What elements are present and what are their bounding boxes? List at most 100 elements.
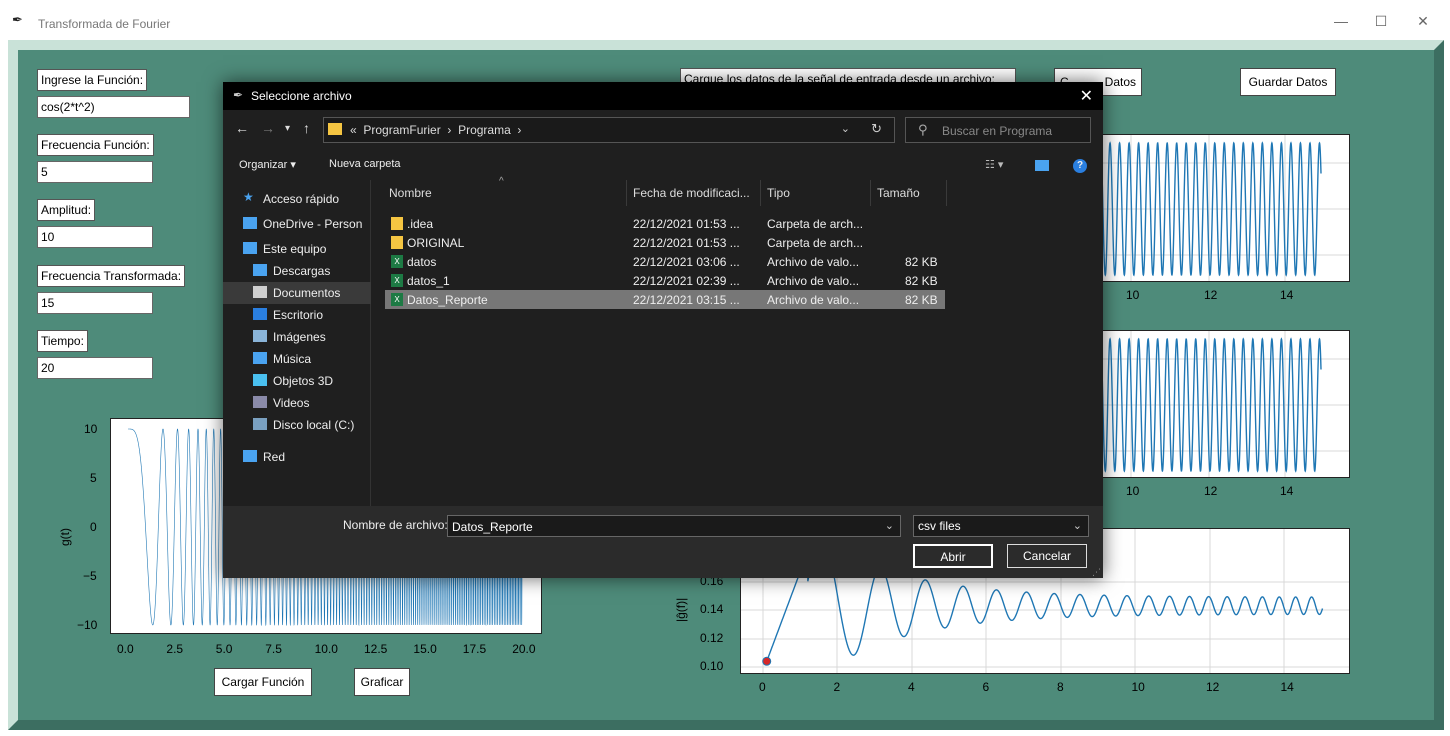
load-function-button[interactable]: Cargar Función [214, 668, 312, 696]
sidebar-item[interactable]: Videos [223, 392, 371, 414]
app-root: ✒ Transformada de Fourier — ☐ ✕ Ingrese … [0, 0, 1450, 736]
left-ytick: −5 [83, 569, 97, 583]
sidebar-item[interactable]: Documentos [223, 282, 371, 304]
column-date[interactable]: Fecha de modificaci... [627, 180, 761, 206]
sidebar-item-label: Documentos [273, 286, 341, 300]
sidebar-item[interactable]: Imágenes [223, 326, 371, 348]
transform-frequency-input[interactable]: 15 [37, 292, 153, 314]
folder-icon [391, 236, 403, 249]
main-titlebar: ✒ Transformada de Fourier — ☐ ✕ [0, 0, 1450, 40]
filename-label: Nombre de archivo: [343, 518, 448, 532]
dialog-title: Seleccione archivo [251, 89, 352, 103]
forward-arrow-icon[interactable]: → [261, 120, 275, 136]
close-button[interactable]: ✕ [1408, 10, 1438, 32]
open-button[interactable]: Abrir [913, 544, 993, 568]
back-arrow-icon[interactable]: ← [235, 120, 249, 136]
time-input[interactable]: 20 [37, 357, 153, 379]
column-size[interactable]: Tamaño [871, 180, 947, 206]
file-row[interactable]: .idea 22/12/2021 01:53 ... Carpeta de arch… [385, 214, 945, 233]
resize-grip-icon[interactable]: ⋰ [1092, 567, 1101, 578]
recent-chevron-icon[interactable]: ▾ [285, 123, 290, 134]
filename-value: Datos_Reporte [452, 520, 533, 534]
file-row[interactable]: X Datos_Reporte 22/12/2021 03:15 ... Archiv… [385, 290, 945, 309]
sidebar-item[interactable]: Este equipo [223, 238, 371, 260]
music-icon [253, 352, 267, 364]
plot-button[interactable]: Graficar [354, 668, 410, 696]
column-name[interactable]: Nombre [383, 180, 627, 206]
file-name: datos_1 [407, 274, 450, 288]
left-xtick: 7.5 [265, 642, 282, 656]
left-xtick: 12.5 [364, 642, 388, 656]
document-icon [253, 286, 267, 298]
left-xtick: 20.0 [512, 642, 536, 656]
sidebar-item[interactable]: OneDrive - Person [223, 213, 371, 235]
file-row[interactable]: ORIGINAL 22/12/2021 01:53 ... Carpeta de a… [385, 233, 945, 252]
open-file-dialog: ✒ Seleccione archivo ✕ ← → ▾ ↑ « Program… [223, 82, 1103, 578]
file-name: ORIGINAL [407, 236, 465, 250]
sidebar-item[interactable]: Disco local (C:) [223, 414, 371, 436]
chevron-down-icon[interactable]: ⌄ [885, 519, 894, 532]
left-xtick: 17.5 [462, 642, 487, 656]
sidebar-item[interactable]: Escritorio [223, 304, 371, 326]
breadcrumb-programfurier[interactable]: ProgramFurier [363, 123, 440, 137]
minimize-button[interactable]: — [1326, 10, 1356, 32]
sidebar-item-label: Objetos 3D [273, 374, 334, 388]
filename-input[interactable]: Datos_Reporte ⌄ [447, 515, 901, 537]
dialog-bottom: Nombre de archivo: Datos_Reporte ⌄ csv f… [223, 506, 1103, 578]
refresh-icon[interactable]: ↻ [871, 121, 882, 137]
amplitude-input[interactable]: 10 [37, 226, 153, 248]
left-ytick: −10 [77, 618, 98, 632]
new-folder-button[interactable]: Nueva carpeta [329, 158, 401, 170]
file-size: 82 KB [905, 274, 938, 288]
folder-icon [391, 217, 403, 230]
cancel-button[interactable]: Cancelar [1007, 544, 1087, 568]
save-data-button[interactable]: Guardar Datos [1240, 68, 1336, 96]
download-icon [253, 264, 267, 276]
left-ytick: 5 [90, 471, 97, 485]
sidebar-item[interactable]: Red [223, 446, 371, 468]
file-name: Datos_Reporte [407, 293, 488, 307]
search-placeholder: Buscar en Programa [942, 124, 1053, 138]
breadcrumb-overflow[interactable]: « [350, 123, 357, 137]
dialog-navbar: ← → ▾ ↑ « ProgramFurier › Programa › ⌄ ↻… [223, 110, 1103, 150]
dialog-close-icon[interactable]: ✕ [1080, 86, 1093, 106]
file-type-select[interactable]: csv files ⌄ [913, 515, 1089, 537]
sidebar-item-label: Este equipo [263, 242, 327, 256]
sidebar-item[interactable]: Objetos 3D [223, 370, 371, 392]
file-type: Archivo de valo... [767, 274, 860, 288]
file-row[interactable]: Xdatos_1 22/12/2021 02:39 ... Archivo de v… [385, 271, 945, 290]
left-ytick: 0 [90, 520, 97, 534]
breadcrumb-programa[interactable]: Programa [458, 123, 511, 137]
up-arrow-icon[interactable]: ↑ [303, 120, 310, 136]
column-type[interactable]: Tipo [761, 180, 871, 206]
file-date: 22/12/2021 01:53 ... [633, 236, 740, 250]
sidebar-item[interactable]: Música [223, 348, 371, 370]
sidebar-item[interactable]: ★ Acceso rápido [223, 188, 371, 210]
chevron-down-icon[interactable]: ⌄ [1073, 519, 1082, 532]
help-icon[interactable]: ? [1073, 159, 1087, 173]
sidebar-item-label: Disco local (C:) [273, 418, 355, 432]
r1-xtick: 14 [1280, 288, 1294, 302]
file-type: Archivo de valo... [767, 293, 860, 307]
file-row[interactable]: Xdatos 22/12/2021 03:06 ... Archivo de val… [385, 252, 945, 271]
r1-xtick: 12 [1204, 288, 1218, 302]
search-box[interactable]: ⚲ Buscar en Programa [905, 117, 1091, 143]
fourier-xtick: 8 [1057, 680, 1064, 694]
r1-xtick: 10 [1126, 288, 1140, 302]
file-date: 22/12/2021 03:06 ... [633, 255, 740, 269]
breadcrumb-separator: › [447, 123, 452, 137]
address-dropdown-icon[interactable]: ⌄ [841, 122, 850, 135]
frequency-input[interactable]: 5 [37, 161, 153, 183]
preview-pane-icon[interactable] [1035, 160, 1049, 171]
organize-button[interactable]: Organizar ▾ [239, 158, 296, 171]
view-options-icon[interactable]: ☷ ▾ [985, 158, 1003, 171]
video-icon [253, 396, 267, 408]
sidebar-item[interactable]: Descargas [223, 260, 371, 282]
right-plot-1-svg [1091, 135, 1349, 281]
fourier-xtick: 2 [833, 680, 841, 694]
right-plot-2-svg [1091, 331, 1349, 477]
address-bar[interactable]: « ProgramFurier › Programa › ⌄ ↻ [323, 117, 895, 143]
function-input[interactable]: cos(2*t^2) [37, 96, 190, 118]
left-xtick: 2.5 [166, 642, 184, 656]
maximize-button[interactable]: ☐ [1366, 10, 1396, 32]
